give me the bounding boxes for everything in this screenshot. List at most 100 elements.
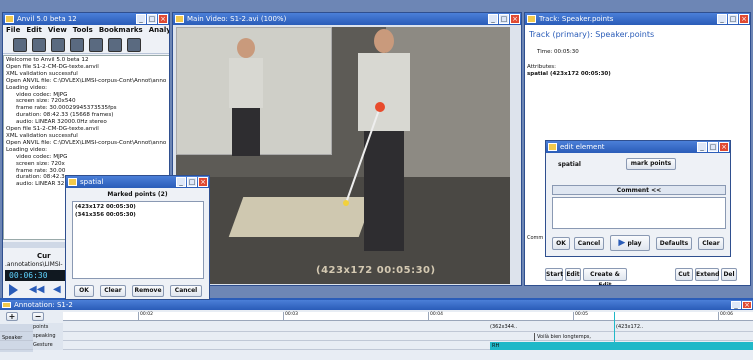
annotation-title: Annotation: S1-2 xyxy=(14,301,73,309)
menu-file[interactable]: File xyxy=(6,25,20,36)
edit-app-icon xyxy=(548,143,557,151)
zoom-out-button[interactable]: − xyxy=(32,312,44,321)
log-line: screen size: 720x540 xyxy=(16,98,76,105)
minimize-icon[interactable]: _ xyxy=(136,14,146,24)
maximize-icon[interactable]: □ xyxy=(147,14,157,24)
log-line: audio: LINEAR 32000.0Hz stereo xyxy=(16,119,107,126)
point-item[interactable]: (341x356 00:05:30) xyxy=(75,212,201,218)
gear-icon[interactable] xyxy=(70,38,84,52)
close-icon[interactable]: × xyxy=(158,14,168,24)
close-icon[interactable]: × xyxy=(739,14,749,24)
menu-edit[interactable]: Edit xyxy=(26,25,42,36)
log-line: Loading video: xyxy=(6,84,48,91)
menu-tools[interactable]: Tools xyxy=(73,25,93,36)
database-icon[interactable] xyxy=(108,38,122,52)
annotation-titlebar[interactable]: Annotation: S1-2 _ × xyxy=(0,300,753,310)
clear-button[interactable]: Clear xyxy=(698,237,724,250)
video-titlebar[interactable]: Main Video: S1-2.avi (100%) _ □ × xyxy=(173,13,521,25)
mark-points-button[interactable]: mark points xyxy=(626,158,676,170)
create-edit-button[interactable]: Create & Edit xyxy=(583,268,627,285)
close-icon[interactable]: × xyxy=(742,301,752,309)
edit-titlebar[interactable]: edit element _ □ × xyxy=(546,141,730,153)
spatial-titlebar[interactable]: spatial _ □ × xyxy=(66,176,209,188)
track-titlebar[interactable]: Track: Speaker.points _ □ × xyxy=(525,13,750,25)
defaults-button[interactable]: Defaults xyxy=(656,237,692,250)
delete-button[interactable]: Del xyxy=(721,268,737,281)
point-element[interactable]: (423x172.. xyxy=(616,324,643,330)
video-app-icon xyxy=(175,15,184,23)
log-line: XML validation successful xyxy=(6,70,78,77)
tick-label: 00:03 xyxy=(283,312,298,321)
tick-label: 00:06 xyxy=(718,312,733,321)
row-label: points xyxy=(33,323,63,332)
maximize-icon[interactable]: □ xyxy=(499,14,509,24)
minimize-icon[interactable]: _ xyxy=(176,177,186,187)
spatial-attribute: spatial (423x172 00:05:30) xyxy=(527,71,611,77)
points-list[interactable]: (423x172 00:05:30) (341x356 00:05:30) xyxy=(72,201,204,279)
comment-field[interactable] xyxy=(552,197,726,229)
minimize-icon[interactable]: _ xyxy=(731,301,741,309)
tick-label: 00:04 xyxy=(428,312,443,321)
cut-button[interactable]: Cut xyxy=(675,268,693,281)
gesture-element[interactable]: RH xyxy=(490,342,753,350)
rewind-icon[interactable]: ◀◀ xyxy=(29,285,44,295)
edit-button[interactable]: Edit xyxy=(565,268,581,281)
cancel-button[interactable]: Cancel xyxy=(170,285,202,297)
binoculars-icon[interactable] xyxy=(89,38,103,52)
time-display: 00:06:30 xyxy=(5,270,65,281)
close-icon[interactable]: × xyxy=(719,142,729,152)
export-icon[interactable] xyxy=(127,38,141,52)
track-title: Track: Speaker.points xyxy=(539,15,614,23)
extend-button[interactable]: Extend xyxy=(695,268,719,281)
menu-view[interactable]: View xyxy=(48,25,67,36)
play-icon[interactable] xyxy=(9,284,18,296)
remove-button[interactable]: Remove xyxy=(132,285,164,297)
track-heading: Track (primary): Speaker.points xyxy=(529,30,655,39)
point-item[interactable]: (423x172 00:05:30) xyxy=(75,204,201,210)
video-frame[interactable]: (423x172 00:05:30) xyxy=(176,27,510,284)
comment-toggle[interactable]: Comment << xyxy=(552,185,726,195)
log-line: XML validation successful xyxy=(6,132,78,139)
menu-analysis[interactable]: Analysis xyxy=(149,25,169,36)
zoom-in-button[interactable]: + xyxy=(6,312,18,321)
minimize-icon[interactable]: _ xyxy=(717,14,727,24)
clear-button[interactable]: Clear xyxy=(100,285,126,297)
start-button[interactable]: Start xyxy=(545,268,563,281)
row-label: speaking xyxy=(33,332,63,341)
anvil-title: Anvil 5.0 beta 12 xyxy=(17,15,77,23)
point-element[interactable]: (362x344.. xyxy=(490,324,517,330)
maximize-icon[interactable]: □ xyxy=(728,14,738,24)
track-time: Time: 00:05:30 xyxy=(537,49,579,55)
log-line: screen size: 720x xyxy=(16,160,65,167)
video-title: Main Video: S1-2.avi (100%) xyxy=(187,15,287,23)
minimize-icon[interactable]: _ xyxy=(488,14,498,24)
log-line: duration: 08:42.33 (15668 frames) xyxy=(16,112,114,119)
play-icon: ▶ xyxy=(618,238,626,248)
spatial-label: spatial xyxy=(558,161,581,168)
log-line: Open ANVIL file: C:\DVLEX\LIMSI-corpus-C… xyxy=(6,139,167,146)
row-label: Gesture xyxy=(33,341,63,350)
time-ruler[interactable]: 00:02 00:03 00:04 00:05 00:06 xyxy=(63,312,753,321)
log-line: frame rate: 30.00029945373535fps xyxy=(16,105,117,112)
menu-bookmarks[interactable]: Bookmarks xyxy=(99,25,143,36)
log-line: video codec: MJPG xyxy=(16,91,68,98)
minimize-icon[interactable]: _ xyxy=(697,142,707,152)
annotation-path: .annotations\LIMSI- xyxy=(5,261,63,268)
save-icon[interactable] xyxy=(13,38,27,52)
speaking-element[interactable]: Voilà bien longtemps, xyxy=(534,333,753,341)
maximize-icon[interactable]: □ xyxy=(708,142,718,152)
anvil-titlebar[interactable]: Anvil 5.0 beta 12 _ □ × xyxy=(3,13,169,25)
play-button[interactable]: ▶ play xyxy=(610,235,650,251)
cancel-button[interactable]: Cancel xyxy=(574,237,604,250)
ok-button[interactable]: OK xyxy=(74,285,94,297)
folder-icon[interactable] xyxy=(32,38,46,52)
ok-button[interactable]: OK xyxy=(552,237,570,250)
annotation-app-icon xyxy=(2,302,11,308)
close-icon[interactable]: × xyxy=(510,14,520,24)
track-app-icon xyxy=(527,15,536,23)
step-back-icon[interactable]: ◀ xyxy=(53,285,61,295)
close-icon[interactable]: × xyxy=(198,177,208,187)
pointing-line xyxy=(343,102,385,206)
new-file-icon[interactable] xyxy=(51,38,65,52)
maximize-icon[interactable]: □ xyxy=(187,177,197,187)
